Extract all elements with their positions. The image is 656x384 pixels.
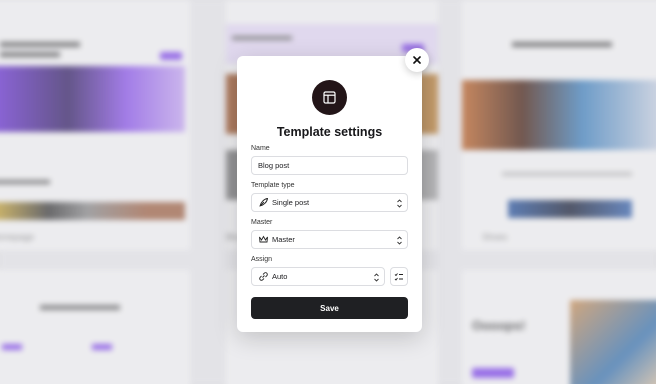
layout-template-icon [312,80,347,115]
chevron-updown-icon [374,273,379,282]
name-label: Name [251,145,270,152]
template-settings-dialog: Template settings Name Blog post Templat… [237,56,422,332]
link-icon [258,271,269,282]
chevron-updown-icon [397,236,402,245]
assign-label: Assign [251,256,273,263]
save-button[interactable]: Save [251,297,408,319]
crown-icon [258,234,269,245]
dialog-title: Template settings [276,125,383,139]
assign-value: Auto [272,272,288,281]
feather-icon [258,197,269,208]
close-icon [413,56,421,64]
master-label: Master [251,219,273,226]
close-button[interactable] [405,48,429,72]
template-type-label: Template type [251,182,295,189]
assign-select[interactable]: Auto [251,267,385,286]
master-value: Master [272,235,295,244]
name-input[interactable]: Blog post [251,156,408,175]
template-type-select[interactable]: Single post [251,193,408,212]
list-check-icon [394,272,403,281]
chevron-updown-icon [397,199,402,208]
name-value: Blog post [258,161,290,170]
master-select[interactable]: Master [251,230,408,249]
template-type-value: Single post [272,198,310,207]
assign-conditions-button[interactable] [390,267,408,286]
